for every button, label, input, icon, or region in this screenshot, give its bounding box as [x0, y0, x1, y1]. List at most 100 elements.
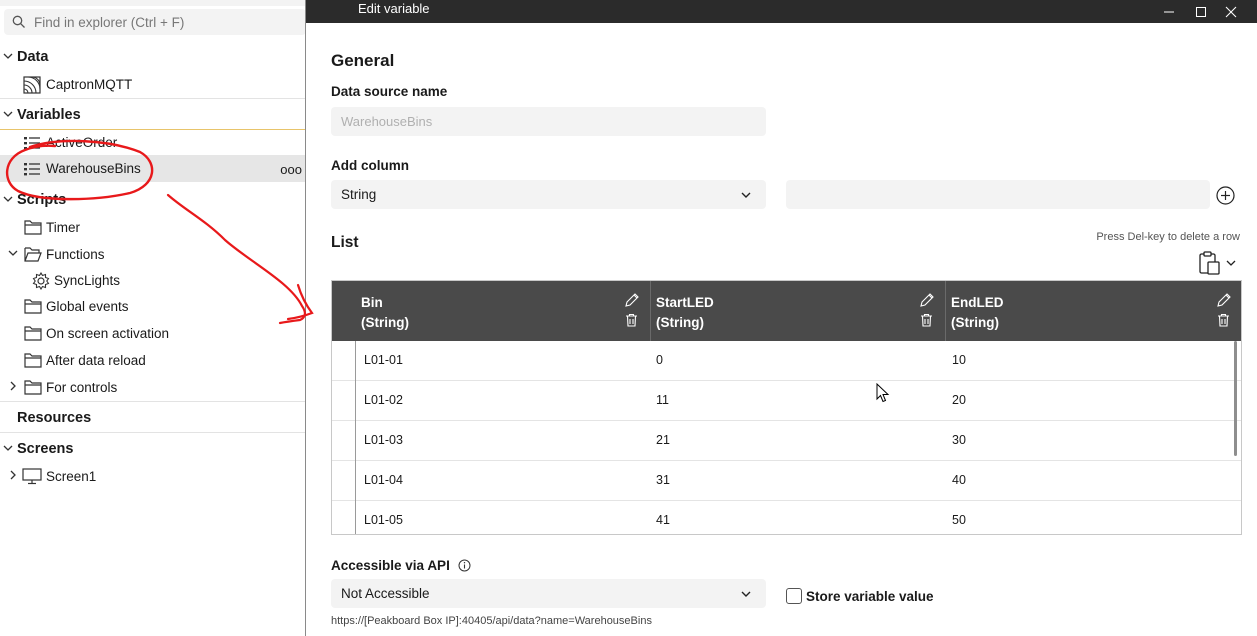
section-screens[interactable]: Screens — [0, 436, 306, 463]
close-icon — [1225, 6, 1237, 17]
row-selector[interactable] — [332, 381, 356, 421]
row-selector[interactable] — [332, 421, 356, 461]
add-column-label: Add column — [331, 158, 409, 173]
cell-bin[interactable]: L01-03 — [364, 433, 403, 447]
script-item-label: Timer — [46, 220, 80, 235]
grid-header: Bin (String) StartLED (String) EndLED (Stri… — [332, 281, 1241, 341]
chevron-down-icon — [8, 250, 18, 256]
edit-column-icon[interactable] — [1216, 292, 1232, 308]
script-item-global-events[interactable]: Global events — [0, 293, 306, 320]
list-variable-icon — [24, 163, 40, 176]
folder-icon — [24, 299, 42, 314]
column-header[interactable]: Bin (String) — [356, 281, 651, 341]
cell-bin[interactable]: L01-05 — [364, 513, 403, 527]
column-header-label: StartLED (String) — [656, 295, 714, 330]
screen-item-screen1[interactable]: Screen1 — [0, 463, 306, 490]
row-selector[interactable] — [332, 501, 356, 534]
store-variable-label[interactable]: Store variable value — [806, 589, 934, 604]
row-selector[interactable] — [332, 341, 356, 381]
table-row[interactable]: L01-03 21 30 — [332, 421, 1241, 461]
chevron-down-icon — [3, 111, 13, 117]
script-item-synclights[interactable]: SyncLights — [0, 267, 306, 294]
script-item-functions[interactable]: Functions — [0, 241, 306, 268]
delete-column-icon[interactable] — [920, 313, 933, 327]
mqtt-icon — [23, 76, 41, 94]
script-item-timer[interactable]: Timer — [0, 214, 306, 241]
column-type-select[interactable]: String — [331, 180, 766, 209]
cell-endled[interactable]: 40 — [952, 473, 966, 487]
table-row[interactable]: L01-02 11 20 — [332, 381, 1241, 421]
delete-column-icon[interactable] — [625, 313, 638, 327]
edit-column-icon[interactable] — [624, 292, 640, 308]
cell-endled[interactable]: 50 — [952, 513, 966, 527]
edit-column-icon[interactable] — [919, 292, 935, 308]
script-item-label: Global events — [46, 299, 129, 314]
section-data[interactable]: Data — [0, 44, 306, 71]
script-item-label: Functions — [46, 247, 105, 262]
grid-scrollbar[interactable] — [1234, 341, 1237, 456]
section-data-label: Data — [17, 49, 49, 65]
section-scripts-label: Scripts — [17, 192, 67, 208]
divider — [0, 401, 306, 402]
script-item-for-controls[interactable]: For controls — [0, 374, 306, 401]
data-item-captronmqtt[interactable]: CaptronMQTT — [0, 71, 306, 98]
section-scripts[interactable]: Scripts — [0, 187, 306, 214]
variable-item-activeorder[interactable]: ActiveOrder — [0, 129, 306, 156]
section-screens-label: Screens — [17, 441, 74, 457]
api-access-value: Not Accessible — [341, 586, 430, 601]
cell-bin[interactable]: L01-04 — [364, 473, 403, 487]
add-column-icon[interactable] — [1216, 186, 1235, 205]
column-header[interactable]: StartLED (String) — [651, 281, 946, 341]
search-icon — [12, 15, 25, 28]
search-input[interactable] — [34, 12, 298, 32]
dialog-titlebar: Edit variable — [306, 0, 1257, 23]
row-selector[interactable] — [332, 461, 356, 501]
variable-item-warehousebins[interactable]: WarehouseBins ooo — [0, 155, 306, 182]
cell-bin[interactable]: L01-01 — [364, 353, 403, 367]
section-resources[interactable]: Resources — [0, 405, 306, 432]
column-name-input[interactable] — [786, 180, 1210, 209]
column-header-label: EndLED (String) — [951, 295, 1004, 330]
folder-icon — [24, 380, 42, 395]
section-resources-label: Resources — [17, 410, 92, 426]
chevron-down-icon — [3, 196, 13, 202]
cell-endled[interactable]: 30 — [952, 433, 966, 447]
header-corner — [332, 281, 356, 341]
maximize-icon — [1196, 6, 1206, 17]
delete-column-icon[interactable] — [1217, 313, 1230, 327]
store-variable-checkbox[interactable] — [786, 588, 802, 604]
explorer-search[interactable] — [4, 9, 306, 35]
cell-startled[interactable]: 21 — [656, 433, 670, 447]
script-item-after-data-reload[interactable]: After data reload — [0, 347, 306, 374]
section-variables[interactable]: Variables — [0, 102, 306, 129]
chevron-down-icon — [3, 445, 13, 451]
paste-button[interactable] — [1198, 250, 1242, 276]
list-heading: List — [331, 234, 359, 251]
cell-startled[interactable]: 31 — [656, 473, 670, 487]
data-source-name-field[interactable]: WarehouseBins — [331, 107, 766, 136]
list-variable-icon — [24, 137, 40, 150]
info-icon[interactable] — [458, 559, 471, 572]
column-header[interactable]: EndLED (String) — [946, 281, 1241, 341]
api-access-select[interactable]: Not Accessible — [331, 579, 766, 608]
minimize-button[interactable] — [1154, 0, 1184, 23]
table-row[interactable]: L01-04 31 40 — [332, 461, 1241, 501]
cell-startled[interactable]: 11 — [656, 393, 669, 407]
column-type-value: String — [341, 187, 377, 202]
script-item-on-screen-activation[interactable]: On screen activation — [0, 320, 306, 347]
cell-endled[interactable]: 20 — [952, 393, 966, 407]
table-row[interactable]: L01-05 41 50 — [332, 501, 1241, 534]
maximize-button[interactable] — [1186, 0, 1216, 23]
folder-icon — [24, 220, 42, 235]
table-row[interactable]: L01-01 0 10 — [332, 341, 1241, 381]
cell-bin[interactable]: L01-02 — [364, 393, 403, 407]
close-button[interactable] — [1216, 0, 1246, 23]
function-gear-icon — [32, 272, 50, 290]
monitor-icon — [22, 468, 42, 485]
folder-open-icon — [24, 247, 42, 262]
cell-endled[interactable]: 10 — [952, 353, 966, 367]
chevron-down-icon — [1226, 260, 1236, 266]
more-options-icon[interactable]: ooo — [280, 162, 302, 177]
cell-startled[interactable]: 0 — [656, 353, 663, 367]
cell-startled[interactable]: 41 — [656, 513, 670, 527]
